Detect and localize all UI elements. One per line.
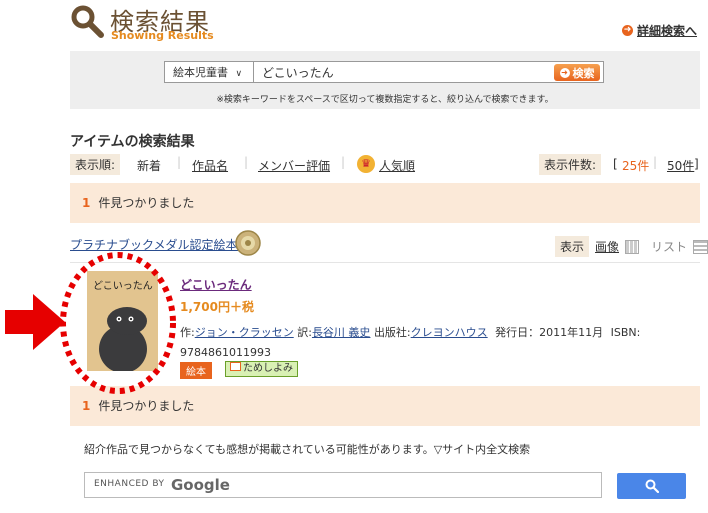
google-logo: Google bbox=[171, 476, 230, 494]
grid-icon bbox=[625, 239, 639, 254]
isbn-label: ISBN: bbox=[610, 326, 641, 339]
google-search-button[interactable] bbox=[617, 473, 686, 499]
book-title-link[interactable]: どこいったん bbox=[180, 276, 252, 293]
view-list-link[interactable]: リスト bbox=[651, 238, 687, 255]
publisher-link[interactable]: クレヨンハウス bbox=[411, 326, 488, 339]
sort-option-title[interactable]: 作品名 bbox=[192, 157, 228, 174]
view-image-link[interactable]: 画像 bbox=[595, 238, 619, 255]
sort-label: 表示順: bbox=[70, 154, 121, 175]
view-label: 表示 bbox=[555, 236, 589, 257]
per-page-50[interactable]: 50件 bbox=[667, 157, 694, 174]
page-subtitle: Showing Results bbox=[111, 29, 214, 42]
search-button-label: 検索 bbox=[572, 66, 595, 80]
search-input[interactable]: どこいったん bbox=[254, 61, 604, 83]
trial-read-tag[interactable]: ためしよみ bbox=[225, 361, 298, 377]
red-circle-annotation-icon bbox=[60, 252, 176, 394]
search-input-value: どこいったん bbox=[262, 66, 334, 80]
genre-tag[interactable]: 絵本 bbox=[180, 362, 212, 379]
isbn-value: 9784861011993 bbox=[180, 346, 271, 359]
per-page-label: 表示件数: bbox=[539, 154, 602, 175]
search-button[interactable]: ➜ 検索 bbox=[554, 64, 600, 81]
release-date: 発行日：2011年11月 bbox=[495, 326, 604, 339]
result-count-text: 件見つかりました bbox=[98, 196, 195, 210]
results-title: アイテムの検索結果 bbox=[70, 134, 195, 150]
google-enhanced-label: ENHANCED BY bbox=[94, 479, 165, 489]
fulltext-search-note: 紹介作品で見つからなくても感想が掲載されている可能性があります。▽サイト内全文検… bbox=[84, 443, 531, 456]
chevron-down-icon: ∨ bbox=[235, 69, 243, 79]
book-price: 1,700円＋税 bbox=[180, 300, 254, 314]
crown-icon: ♛ bbox=[357, 155, 375, 173]
sort-option-rating[interactable]: メンバー評価 bbox=[258, 157, 330, 174]
list-icon bbox=[693, 239, 708, 254]
sort-option-popular[interactable]: 人気順 bbox=[379, 157, 415, 174]
result-count-text-bottom: 件見つかりました bbox=[98, 399, 195, 413]
per-page-25[interactable]: 25件 bbox=[622, 157, 649, 174]
translator-prefix: 訳: bbox=[297, 326, 312, 339]
book-meta: 作:ジョン・クラッセン 訳:長谷川 義史 出版社:クレヨンハウス 発行日：201… bbox=[180, 323, 700, 363]
sort-option-new[interactable]: 新着 bbox=[137, 157, 161, 174]
author-link[interactable]: ジョン・クラッセン bbox=[195, 326, 294, 339]
search-note: ※検索キーワードをスペースで区切って複数指定すると、絞り込んで検索できます。 bbox=[216, 95, 554, 105]
search-icon bbox=[645, 479, 659, 493]
result-count-number: 1 bbox=[82, 196, 91, 210]
advanced-search-label: 詳細検索へ bbox=[637, 24, 698, 38]
trial-read-label: ためしよみ bbox=[243, 363, 293, 374]
author-prefix: 作: bbox=[180, 326, 195, 339]
publisher-prefix: 出版社: bbox=[373, 326, 411, 339]
sort-bar: 表示順: 新着 | 作品名 | メンバー評価 | ♛ 人気順 表示件数: [ 2… bbox=[70, 154, 700, 176]
arrow-right-icon: ➜ bbox=[559, 67, 570, 78]
arrow-right-icon: ➜ bbox=[622, 25, 633, 36]
translator-link[interactable]: 長谷川 義史 bbox=[312, 326, 371, 339]
category-select[interactable]: 絵本児童書 ∨ bbox=[164, 61, 254, 83]
view-image-label: 画像 bbox=[595, 240, 620, 254]
book-icon bbox=[230, 362, 241, 371]
view-switcher: 表示 画像 リスト bbox=[555, 236, 708, 257]
category-select-value: 絵本児童書 bbox=[173, 66, 228, 79]
medal-icon bbox=[235, 230, 261, 256]
result-count-band: 1 件見つかりました bbox=[70, 183, 700, 223]
red-arrow-annotation-icon bbox=[5, 294, 65, 350]
search-icon bbox=[71, 5, 104, 38]
advanced-search-link[interactable]: ➜ 詳細検索へ bbox=[622, 22, 697, 39]
result-count-number-bottom: 1 bbox=[82, 399, 91, 413]
